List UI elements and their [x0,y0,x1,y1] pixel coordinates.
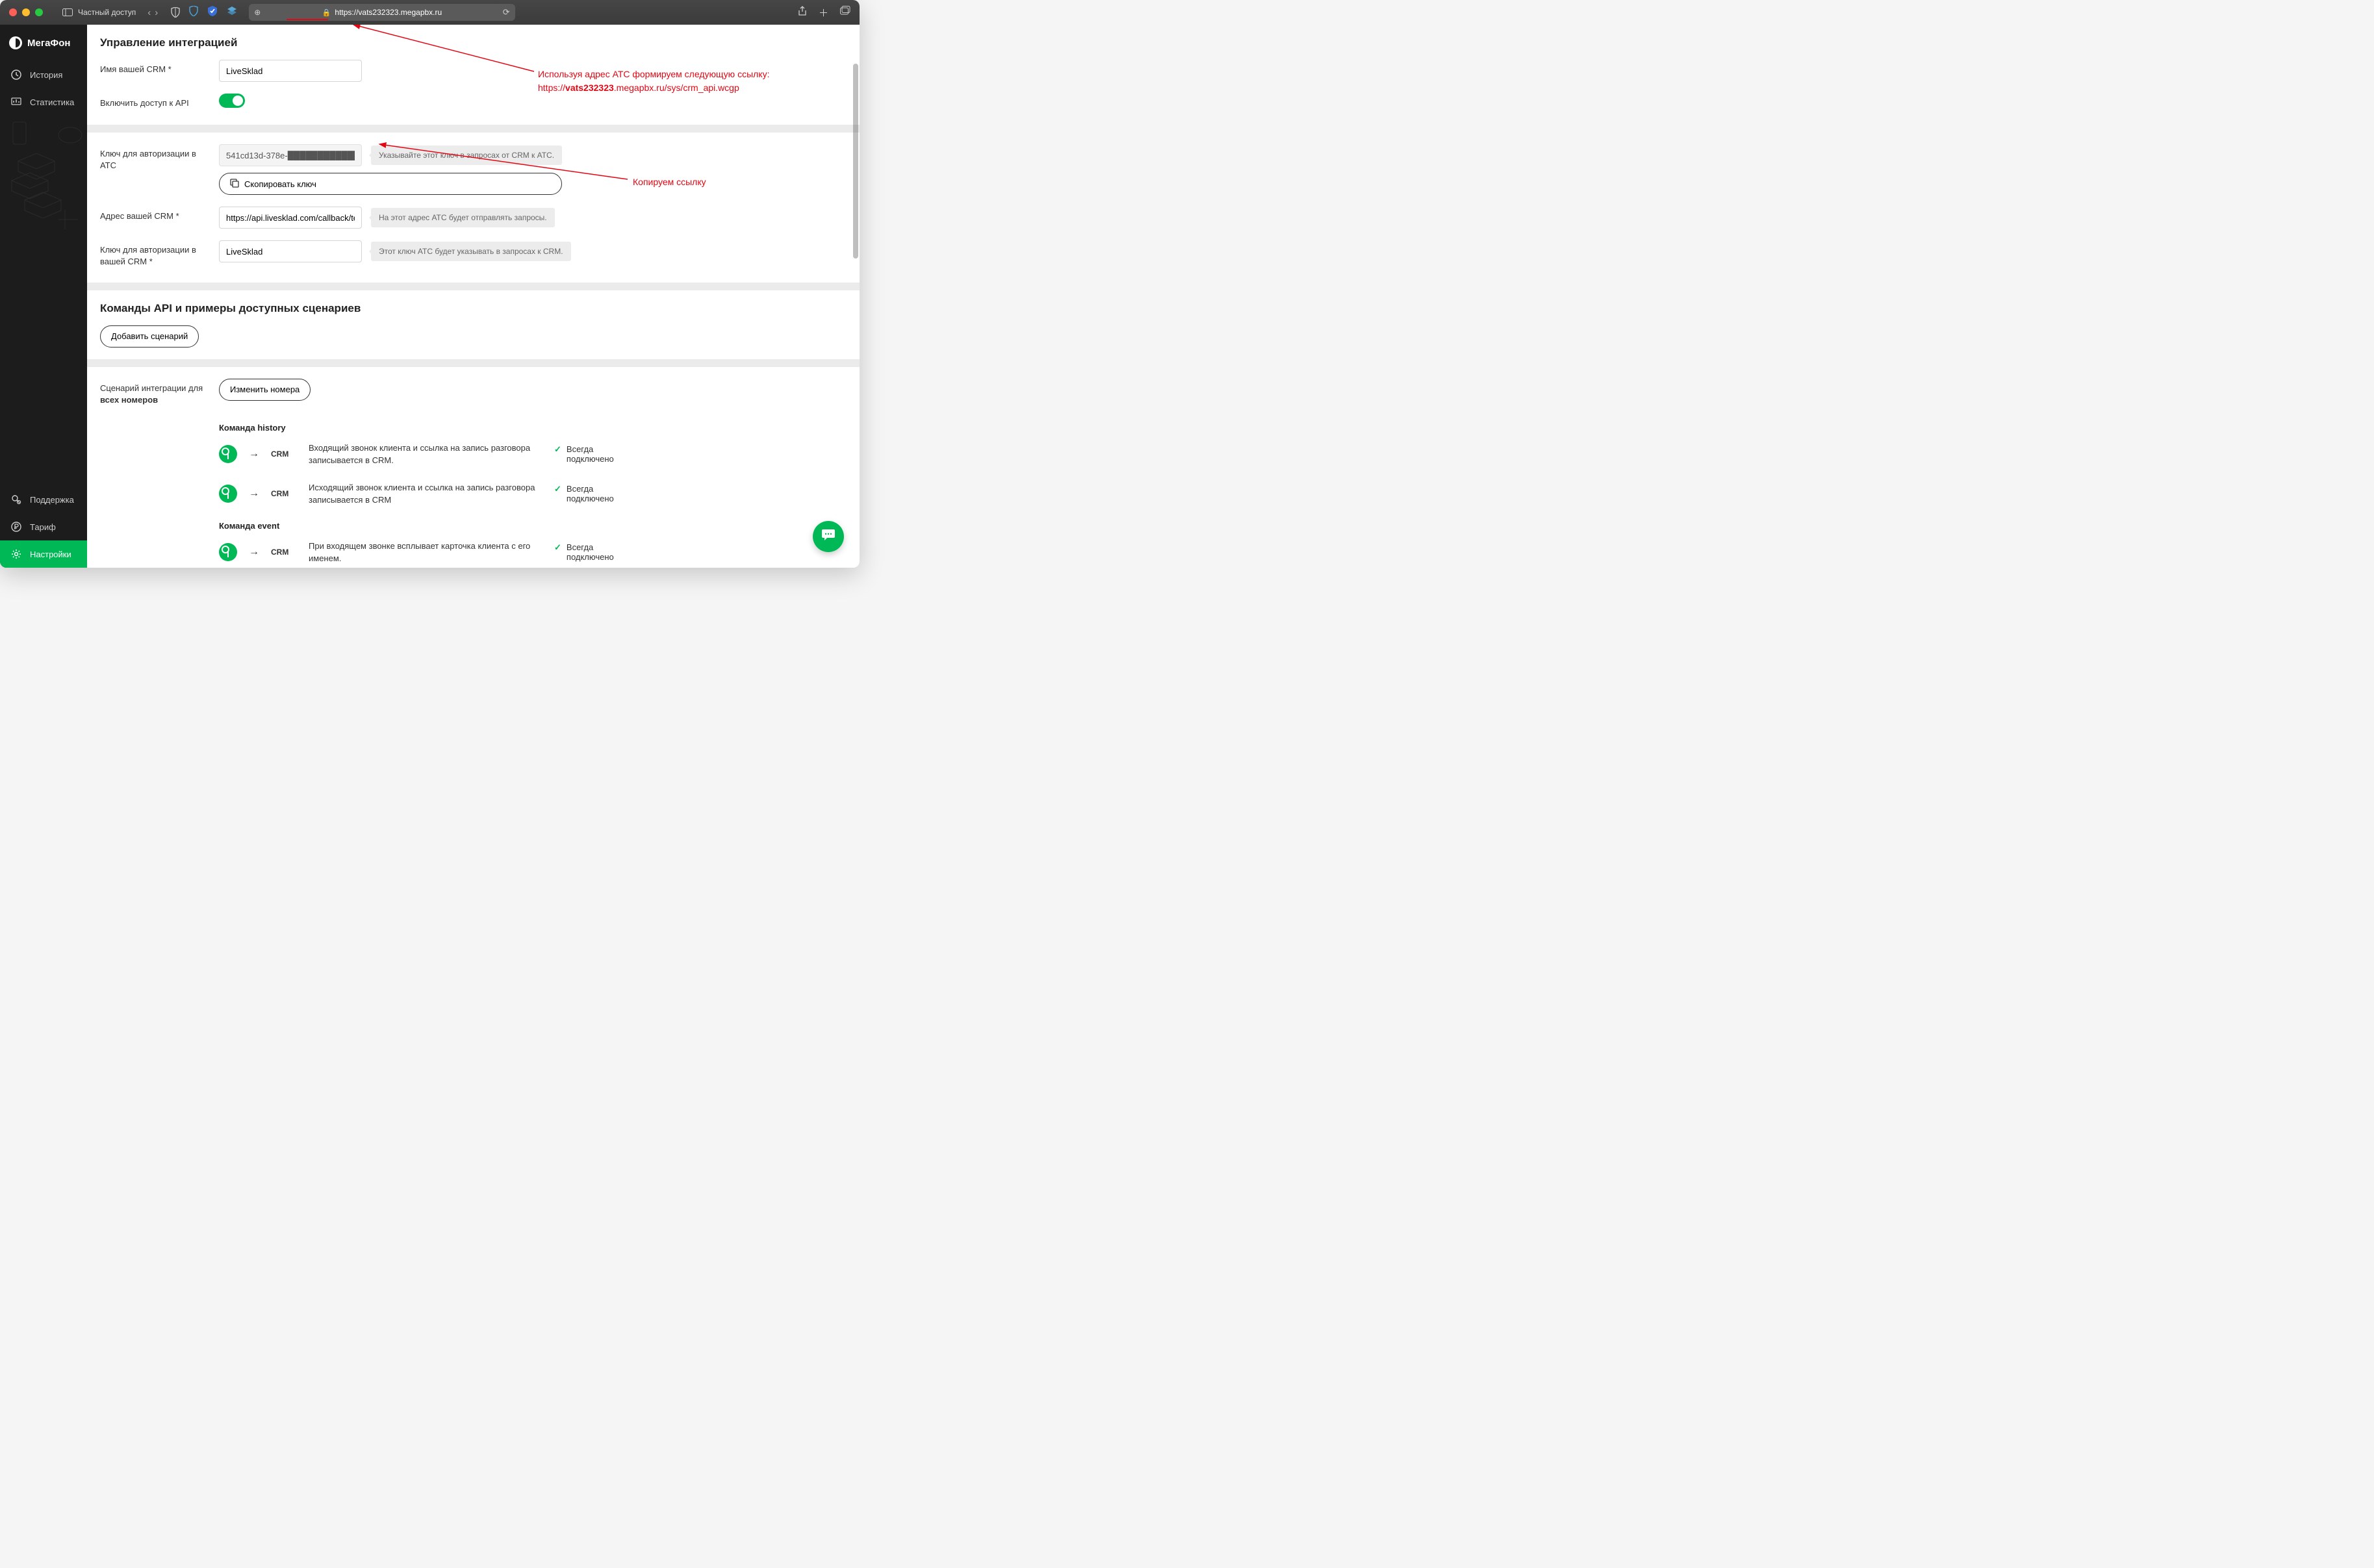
crm-label: CRM [271,548,297,557]
sidebar-item-support[interactable]: Поддержка [0,486,87,513]
decorative-illustration [0,116,87,233]
history-icon [10,69,22,81]
change-numbers-label: Изменить номера [230,385,300,394]
sidebar-item-label: Статистика [30,97,74,107]
sidebar-item-label: Поддержка [30,495,74,505]
sidebar-item-history[interactable]: История [0,61,87,88]
scenario-for-label: Сценарий интеграции для всех номеров [100,379,207,406]
command-row: → CRM Исходящий звонок клиента и ссылка … [219,481,847,507]
gear-icon [10,548,22,560]
crm-key-label: Ключ для авторизации в вашей CRM * [100,240,207,268]
commands-title: Команды API и примеры доступных сценарие… [100,302,847,315]
site-settings-icon[interactable]: ⊕ [254,8,261,17]
close-icon[interactable] [9,8,17,16]
add-scenario-button[interactable]: Добавить сценарий [100,325,199,348]
keys-panel: Ключ для авторизации в АТС Указывайте эт… [87,133,860,282]
copy-key-button[interactable]: Скопировать ключ [219,173,562,195]
check-icon: ✓ [554,484,561,494]
command-status: ✓ Всегда подключено [554,542,632,562]
chat-fab[interactable] [813,521,844,552]
sidebar-item-settings[interactable]: Настройки [0,540,87,568]
sidebar: МегаФон История Статистика [0,25,87,568]
commands-panel: Команды API и примеры доступных сценарие… [87,290,860,359]
api-access-label: Включить доступ к API [100,94,207,109]
command-title: Команда event [219,521,847,531]
integration-panel: Управление интеграцией Имя вашей CRM * В… [87,25,860,125]
sidebar-item-label: История [30,70,62,80]
back-button[interactable]: ‹ [147,7,151,18]
annotation-underline [287,19,328,20]
arrow-right-icon: → [249,448,259,460]
url-text: https://vats232323.megapbx.ru [335,8,442,17]
change-numbers-button[interactable]: Изменить номера [219,379,311,401]
crm-addr-hint: На этот адрес АТС будет отправлять запро… [371,208,555,227]
crm-key-input[interactable] [219,240,362,262]
command-row: → CRM Входящий звонок клиента и ссылка н… [219,442,847,467]
tabs-overview-icon[interactable] [840,6,850,19]
command-status: ✓ Всегда подключено [554,444,632,464]
minimize-icon[interactable] [22,8,30,16]
main-content: Управление интеграцией Имя вашей CRM * В… [87,25,860,568]
sidebar-item-label: Тариф [30,522,56,532]
extension-badge-icon[interactable] [207,6,218,19]
chat-icon [821,528,836,545]
layers-icon[interactable] [227,6,237,19]
panel-title: Управление интеграцией [100,36,847,49]
command-row: → CRM При входящем звонке всплывает карт… [219,540,847,565]
browser-titlebar: Частный доступ ‹ › ⊕ 🔒 https://vats23232… [0,0,860,25]
stats-icon [10,96,22,108]
add-scenario-label: Добавить сценарий [111,331,188,341]
command-status: ✓ Всегда подключено [554,484,632,503]
forward-button[interactable]: › [155,7,158,18]
tariff-icon [10,521,22,533]
ats-key-label: Ключ для авторизации в АТС [100,144,207,171]
crm-addr-input[interactable] [219,207,362,229]
shield-icon[interactable] [171,7,180,18]
command-description: Входящий звонок клиента и ссылка на запи… [309,442,542,467]
window-controls[interactable] [9,8,43,16]
brand-logo[interactable]: МегаФон [0,25,87,61]
crm-name-label: Имя вашей CRM * [100,60,207,75]
api-access-toggle[interactable] [219,94,245,108]
crm-label: CRM [271,449,297,459]
address-bar[interactable]: ⊕ 🔒 https://vats232323.megapbx.ru ⟳ [249,4,515,21]
arrow-right-icon: → [249,488,259,499]
pbx-icon [219,445,237,463]
command-section-history: Команда history → CRM Входящий звонок кл… [219,423,847,507]
private-browsing-label: Частный доступ [78,8,136,17]
sidebar-toggle-icon[interactable] [62,8,73,16]
maximize-icon[interactable] [35,8,43,16]
privacy-shield-icon[interactable] [189,6,198,19]
copy-key-label: Скопировать ключ [244,179,316,189]
command-description: Исходящий звонок клиента и ссылка на зап… [309,481,542,507]
share-icon[interactable] [798,6,807,19]
check-icon: ✓ [554,444,561,455]
crm-key-hint: Этот ключ АТС будет указывать в запросах… [371,242,571,261]
logo-icon [9,36,22,49]
check-icon: ✓ [554,542,561,553]
support-icon [10,494,22,505]
crm-addr-label: Адрес вашей CRM * [100,207,207,222]
sidebar-item-label: Настройки [30,550,71,559]
sidebar-item-tariff[interactable]: Тариф [0,513,87,540]
scenario-panel: Сценарий интеграции для всех номеров Изм… [87,367,860,568]
sidebar-item-stats[interactable]: Статистика [0,88,87,116]
command-description: При входящем звонке всплывает карточка к… [309,540,542,565]
ats-key-input[interactable] [219,144,362,166]
command-title: Команда history [219,423,847,433]
arrow-right-icon: → [249,546,259,558]
brand-name: МегаФон [27,38,70,49]
command-section-event: Команда event → CRM При входящем звонке … [219,521,847,565]
new-tab-icon[interactable]: ＋ [819,6,828,19]
pbx-icon [219,485,237,503]
crm-label: CRM [271,489,297,498]
copy-icon [230,179,239,190]
lock-icon: 🔒 [322,8,331,17]
pbx-icon [219,543,237,561]
crm-name-input[interactable] [219,60,362,82]
reload-icon[interactable]: ⟳ [503,7,510,18]
ats-key-hint: Указывайте этот ключ в запросах от CRM к… [371,145,562,165]
scrollbar[interactable] [853,64,858,259]
